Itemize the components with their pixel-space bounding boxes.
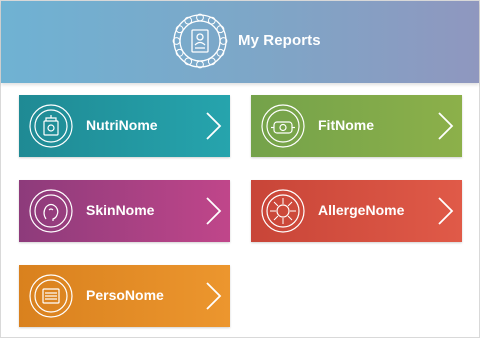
page-title: My Reports — [238, 32, 321, 49]
chevron-right-icon — [206, 282, 222, 310]
fitnome-card[interactable]: FitNome — [251, 95, 462, 157]
allergenome-label: AllergeNome — [318, 202, 405, 218]
nutrition-bag-icon — [29, 104, 73, 148]
personome-card[interactable]: PersoNome — [19, 265, 230, 327]
personome-label: PersoNome — [86, 287, 164, 303]
nutrinome-label: NutriNome — [86, 117, 158, 133]
report-document-icon — [172, 13, 228, 69]
face-profile-icon — [29, 189, 73, 233]
chevron-right-icon — [438, 112, 454, 140]
allergenome-card[interactable]: AllergeNome — [251, 180, 462, 242]
nutrinome-card[interactable]: NutriNome — [19, 95, 230, 157]
pollen-icon — [261, 189, 305, 233]
fitnome-label: FitNome — [318, 117, 374, 133]
chevron-right-icon — [206, 112, 222, 140]
skinnome-label: SkinNome — [86, 202, 155, 218]
page-header: My Reports — [1, 1, 479, 83]
chevron-right-icon — [438, 197, 454, 225]
personality-icon — [29, 274, 73, 318]
app-frame: My Reports NutriNome FitNome SkinNome Al… — [0, 0, 480, 338]
chevron-right-icon — [206, 197, 222, 225]
fitness-scale-icon — [261, 104, 305, 148]
skinnome-card[interactable]: SkinNome — [19, 180, 230, 242]
